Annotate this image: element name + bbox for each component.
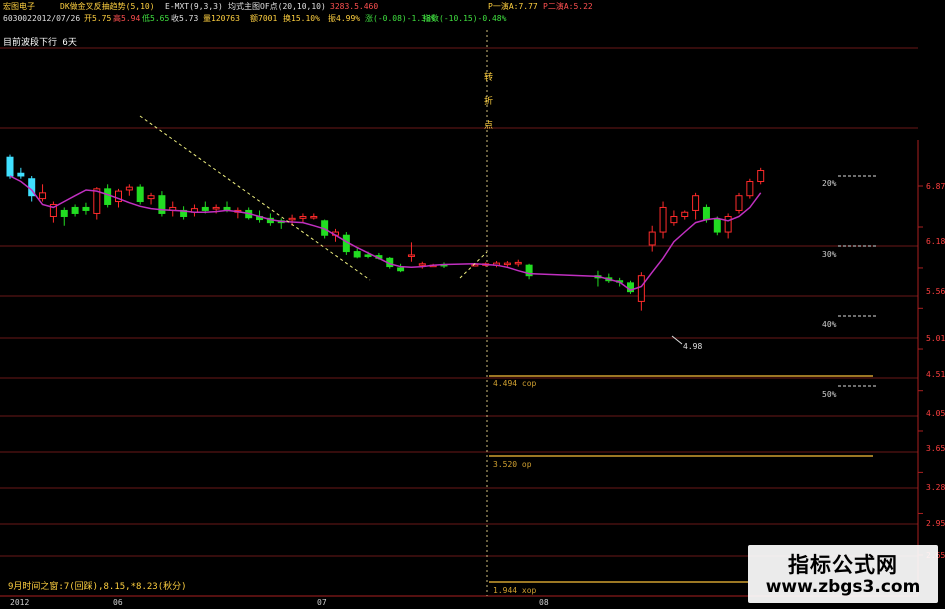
candle-body [681,211,689,217]
candle-body [692,195,700,211]
level2-label: 3.520 op [493,460,532,469]
candle-body [724,215,732,233]
indicator1-label: DK做金叉反抽趋势(5,10) [60,2,155,11]
moving-average-line [9,175,762,292]
pct-50-label: 50% [822,390,837,399]
price-axis-tick: 3.65 [926,444,945,453]
price-axis-tick: 4.51 [926,370,945,379]
price-axis-tick: 5.56 [926,287,945,296]
candle-body [201,206,209,211]
stock-chart-window: 宏图电子 DK做金叉反抽趋势(5,10) E-MXT(9,3,3) 均式主图OF… [0,0,945,609]
candle-body [299,215,307,219]
low-price-label: 4.98 [683,342,703,351]
candle-body [39,192,47,200]
candle-body [136,186,144,203]
right-label1: P一演A:7.77 [488,2,538,11]
candle-body [637,275,645,302]
candle-body [659,206,667,233]
time-window-footer: 9月时间之窗:7(回踩),8.15,*8.23(秋分) [8,582,187,592]
close-value: 收5.73 [171,14,199,23]
level3-label: 1.944 xop [493,586,537,595]
watermark-url: www.zbgs3.com [765,577,921,597]
candle-body [104,188,112,205]
index-value: 指数(-10.15)-0.48% [423,14,507,23]
candle-body [125,186,133,191]
candle-body [17,172,25,177]
trend-label: 目前波段下行 6天 [3,38,77,48]
watermark-box: 指标公式网 www.zbgs3.com [748,545,938,603]
candle-body [713,219,721,233]
price-axis-tick: 6.18 [926,237,945,246]
candle-body [364,254,372,257]
candle-body [71,206,79,214]
indicator3-value: 3283.5.460 [330,2,379,11]
turnover-value: 换15.10% [283,14,320,23]
open-value: 开5.75 [84,14,112,23]
price-axis-tick: 5.01 [926,334,945,343]
candle-body [147,195,155,200]
candle-body [212,206,220,210]
amplitude-value: 振4.99% [328,14,361,23]
candle-body [735,195,743,211]
candle-body [82,206,90,211]
candle-body [6,156,14,177]
date-axis-tick: 2012 [10,598,30,607]
candle-body [514,261,522,265]
candle-body [310,215,318,219]
indicator3-label: 均式主图OF点(20,10,10) [228,2,326,11]
candle-body [158,195,166,214]
stock-code: 603002 [3,14,32,23]
high-value: 高5.94 [113,14,141,23]
date-axis-tick: 08 [539,598,549,607]
candlestick-chart[interactable] [0,0,945,609]
pct-40-label: 40% [822,320,837,329]
quote-date: 2012/07/26 [32,14,81,23]
candle-body [746,181,754,197]
price-axis-tick: 2.95 [926,519,945,528]
pct-20-label: 20% [822,179,837,188]
right-label2: P二演A:5.22 [543,2,593,11]
low-value: 低5.65 [142,14,170,23]
indicator2-label: E-MXT(9,3,3) [165,2,223,11]
price-axis-tick: 4.05 [926,409,945,418]
date-axis-tick: 06 [113,598,123,607]
candle-body [60,209,68,217]
pct-30-label: 30% [822,250,837,259]
candle-body [503,262,511,266]
price-axis-tick: 6.87 [926,182,945,191]
turn-point-label: 转折点 [484,73,494,131]
candle-body [288,217,296,221]
candle-body [648,231,656,246]
trend-line [139,115,371,281]
date-axis-tick: 07 [317,598,327,607]
watermark-title: 指标公式网 [788,553,898,577]
price-axis-tick: 3.28 [926,483,945,492]
candle-body [418,263,426,266]
amount-value: 额7001 [250,14,278,23]
volume-value: 量120763 [203,14,240,23]
low-marker [671,335,683,345]
candle-body [757,170,765,183]
candle-body [702,206,710,221]
candle-body [670,215,678,224]
candle-body [407,254,415,257]
stock-name: 宏图电子 [3,2,35,11]
candle-body [397,267,405,272]
level1-label: 4.494 cop [493,379,537,388]
candle-body [353,251,361,258]
